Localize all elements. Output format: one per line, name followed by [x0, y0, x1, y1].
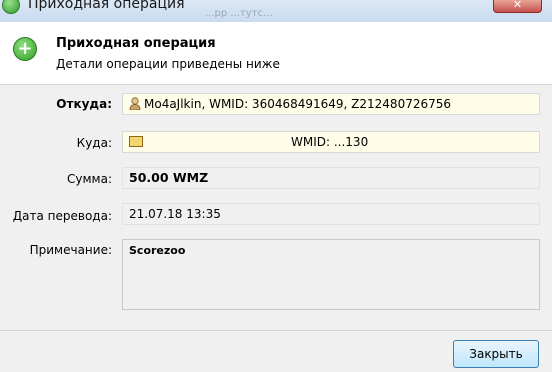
note-label: Примечание: [29, 243, 112, 257]
from-value: Mo4aJlkin, WMID: 360468491649, Z21248072… [144, 97, 452, 111]
window-titlebar: Приходная операция ...рр ...тутс... ✕ [0, 0, 552, 22]
plus-icon: + [13, 37, 37, 61]
header-title: Приходная операция [56, 36, 216, 51]
window-title: Приходная операция [28, 0, 185, 12]
close-button[interactable]: Закрыть [453, 340, 539, 368]
header-subtitle: Детали операции приведены ниже [56, 57, 280, 71]
titlebar-background-text: ...рр ...тутс... [205, 8, 273, 19]
to-field[interactable]: WMID: ...130 [122, 131, 540, 153]
to-value: WMID: ...130 [291, 135, 369, 149]
date-label: Дата перевода: [12, 209, 112, 223]
person-icon [129, 97, 141, 110]
date-field: 21.07.18 13:35 [122, 203, 540, 225]
note-field: Scorezoo [122, 239, 540, 310]
wallet-card-icon [129, 136, 143, 147]
from-field[interactable]: Mo4aJlkin, WMID: 360468491649, Z21248072… [122, 93, 540, 115]
dialog-header: + Приходная операция Детали операции при… [0, 22, 552, 85]
amount-field: 50.00 WMZ [122, 167, 540, 189]
to-label: Куда: [76, 136, 112, 150]
window-close-button[interactable]: ✕ [493, 0, 542, 13]
from-label: Откуда: [56, 97, 112, 111]
app-plus-icon [2, 0, 20, 14]
amount-label: Сумма: [67, 172, 112, 186]
